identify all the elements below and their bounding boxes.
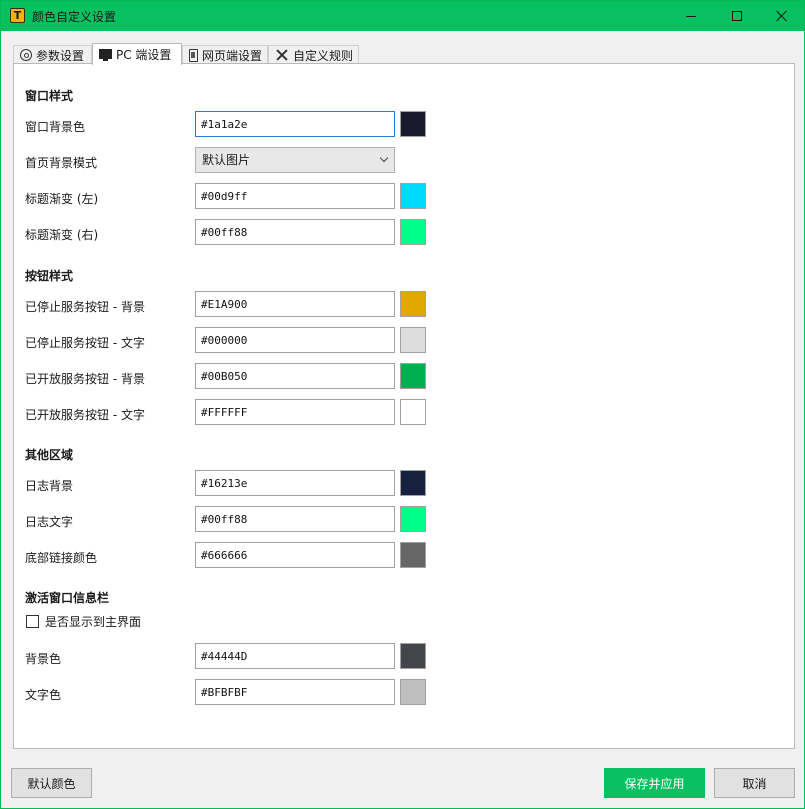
title-bar: T 颜色自定义设置 — [1, 1, 804, 31]
section-title-button-style: 按钮样式 — [25, 269, 74, 283]
chevron-down-icon — [379, 153, 389, 163]
section-title-active-info-bar: 激活窗口信息栏 — [25, 591, 110, 605]
cancel-button[interactable]: 取消 — [714, 768, 795, 798]
monitor-icon — [99, 48, 112, 61]
home-bg-mode-value: 默认图片 — [202, 153, 251, 167]
info-bg-swatch[interactable] — [400, 643, 426, 669]
window-bg-label: 窗口背景色 — [25, 120, 86, 134]
started-btn-text-input[interactable] — [195, 399, 395, 425]
title-grad-left-swatch[interactable] — [400, 183, 426, 209]
tab-params[interactable]: 参数设置 — [13, 45, 92, 64]
footer-link-swatch[interactable] — [400, 542, 426, 568]
maximize-icon — [732, 11, 742, 21]
stopped-btn-bg-input[interactable] — [195, 291, 395, 317]
info-text-input[interactable] — [195, 679, 395, 705]
title-grad-right-input[interactable] — [195, 219, 395, 245]
tab-label: 自定义规则 — [293, 48, 354, 63]
save-apply-button[interactable]: 保存并应用 — [604, 768, 705, 798]
tab-label: 网页端设置 — [202, 48, 263, 63]
show-on-main-checkbox[interactable] — [26, 615, 39, 628]
title-grad-left-input[interactable] — [195, 183, 395, 209]
stopped-btn-text-swatch[interactable] — [400, 327, 426, 353]
footer-link-input[interactable] — [195, 542, 395, 568]
info-text-label: 文字色 — [25, 688, 62, 702]
close-icon — [776, 10, 788, 22]
gear-icon — [20, 49, 32, 61]
log-bg-swatch[interactable] — [400, 470, 426, 496]
stopped-btn-bg-label: 已停止服务按钮 - 背景 — [25, 300, 145, 314]
close-button[interactable] — [759, 1, 805, 31]
stopped-btn-bg-swatch[interactable] — [400, 291, 426, 317]
tab-custom-rules[interactable]: 自定义规则 — [268, 45, 359, 64]
log-text-swatch[interactable] — [400, 506, 426, 532]
home-bg-mode-select[interactable]: 默认图片 — [195, 147, 395, 173]
show-on-main-checkbox-row[interactable]: 是否显示到主界面 — [26, 613, 141, 630]
section-title-window-style: 窗口样式 — [25, 89, 74, 103]
default-colors-button[interactable]: 默认颜色 — [11, 768, 92, 798]
info-bg-input[interactable] — [195, 643, 395, 669]
show-on-main-label: 是否显示到主界面 — [45, 615, 142, 629]
window-bg-swatch[interactable] — [400, 111, 426, 137]
started-btn-text-swatch[interactable] — [400, 399, 426, 425]
section-title-other-area: 其他区域 — [25, 448, 74, 462]
log-bg-input[interactable] — [195, 470, 395, 496]
tab-pc[interactable]: PC 端设置 — [92, 43, 182, 65]
title-grad-left-label: 标题渐变 (左) — [25, 192, 99, 206]
title-grad-right-swatch[interactable] — [400, 219, 426, 245]
window-bg-input[interactable] — [195, 111, 395, 137]
stopped-btn-text-input[interactable] — [195, 327, 395, 353]
minimize-button[interactable] — [668, 1, 714, 31]
log-text-input[interactable] — [195, 506, 395, 532]
log-text-label: 日志文字 — [25, 515, 74, 529]
info-text-swatch[interactable] — [400, 679, 426, 705]
tools-icon — [275, 48, 289, 62]
started-btn-bg-label: 已开放服务按钮 - 背景 — [25, 372, 145, 386]
tab-label: PC 端设置 — [116, 48, 172, 62]
settings-window: T 颜色自定义设置 参数设置 PC 端设置 网页端设置 自定义规则 窗口样式 窗… — [0, 0, 805, 809]
started-btn-bg-swatch[interactable] — [400, 363, 426, 389]
pc-settings-panel: 窗口样式 窗口背景色 首页背景模式 默认图片 标题渐变 (左) 标题渐变 (右)… — [13, 63, 795, 749]
maximize-button[interactable] — [714, 1, 760, 31]
app-logo-icon: T — [10, 8, 25, 23]
info-bg-label: 背景色 — [25, 652, 62, 666]
started-btn-text-label: 已开放服务按钮 - 文字 — [25, 408, 145, 422]
log-bg-label: 日志背景 — [25, 479, 74, 493]
footer-link-label: 底部链接颜色 — [25, 551, 98, 565]
tab-label: 参数设置 — [36, 48, 85, 63]
home-bg-mode-label: 首页背景模式 — [25, 156, 98, 170]
stopped-btn-text-label: 已停止服务按钮 - 文字 — [25, 336, 145, 350]
window-title: 颜色自定义设置 — [32, 10, 117, 24]
started-btn-bg-input[interactable] — [195, 363, 395, 389]
minimize-icon — [686, 15, 696, 17]
tab-web[interactable]: 网页端设置 — [182, 45, 268, 64]
title-grad-right-label: 标题渐变 (右) — [25, 228, 99, 242]
phone-icon — [189, 48, 198, 62]
